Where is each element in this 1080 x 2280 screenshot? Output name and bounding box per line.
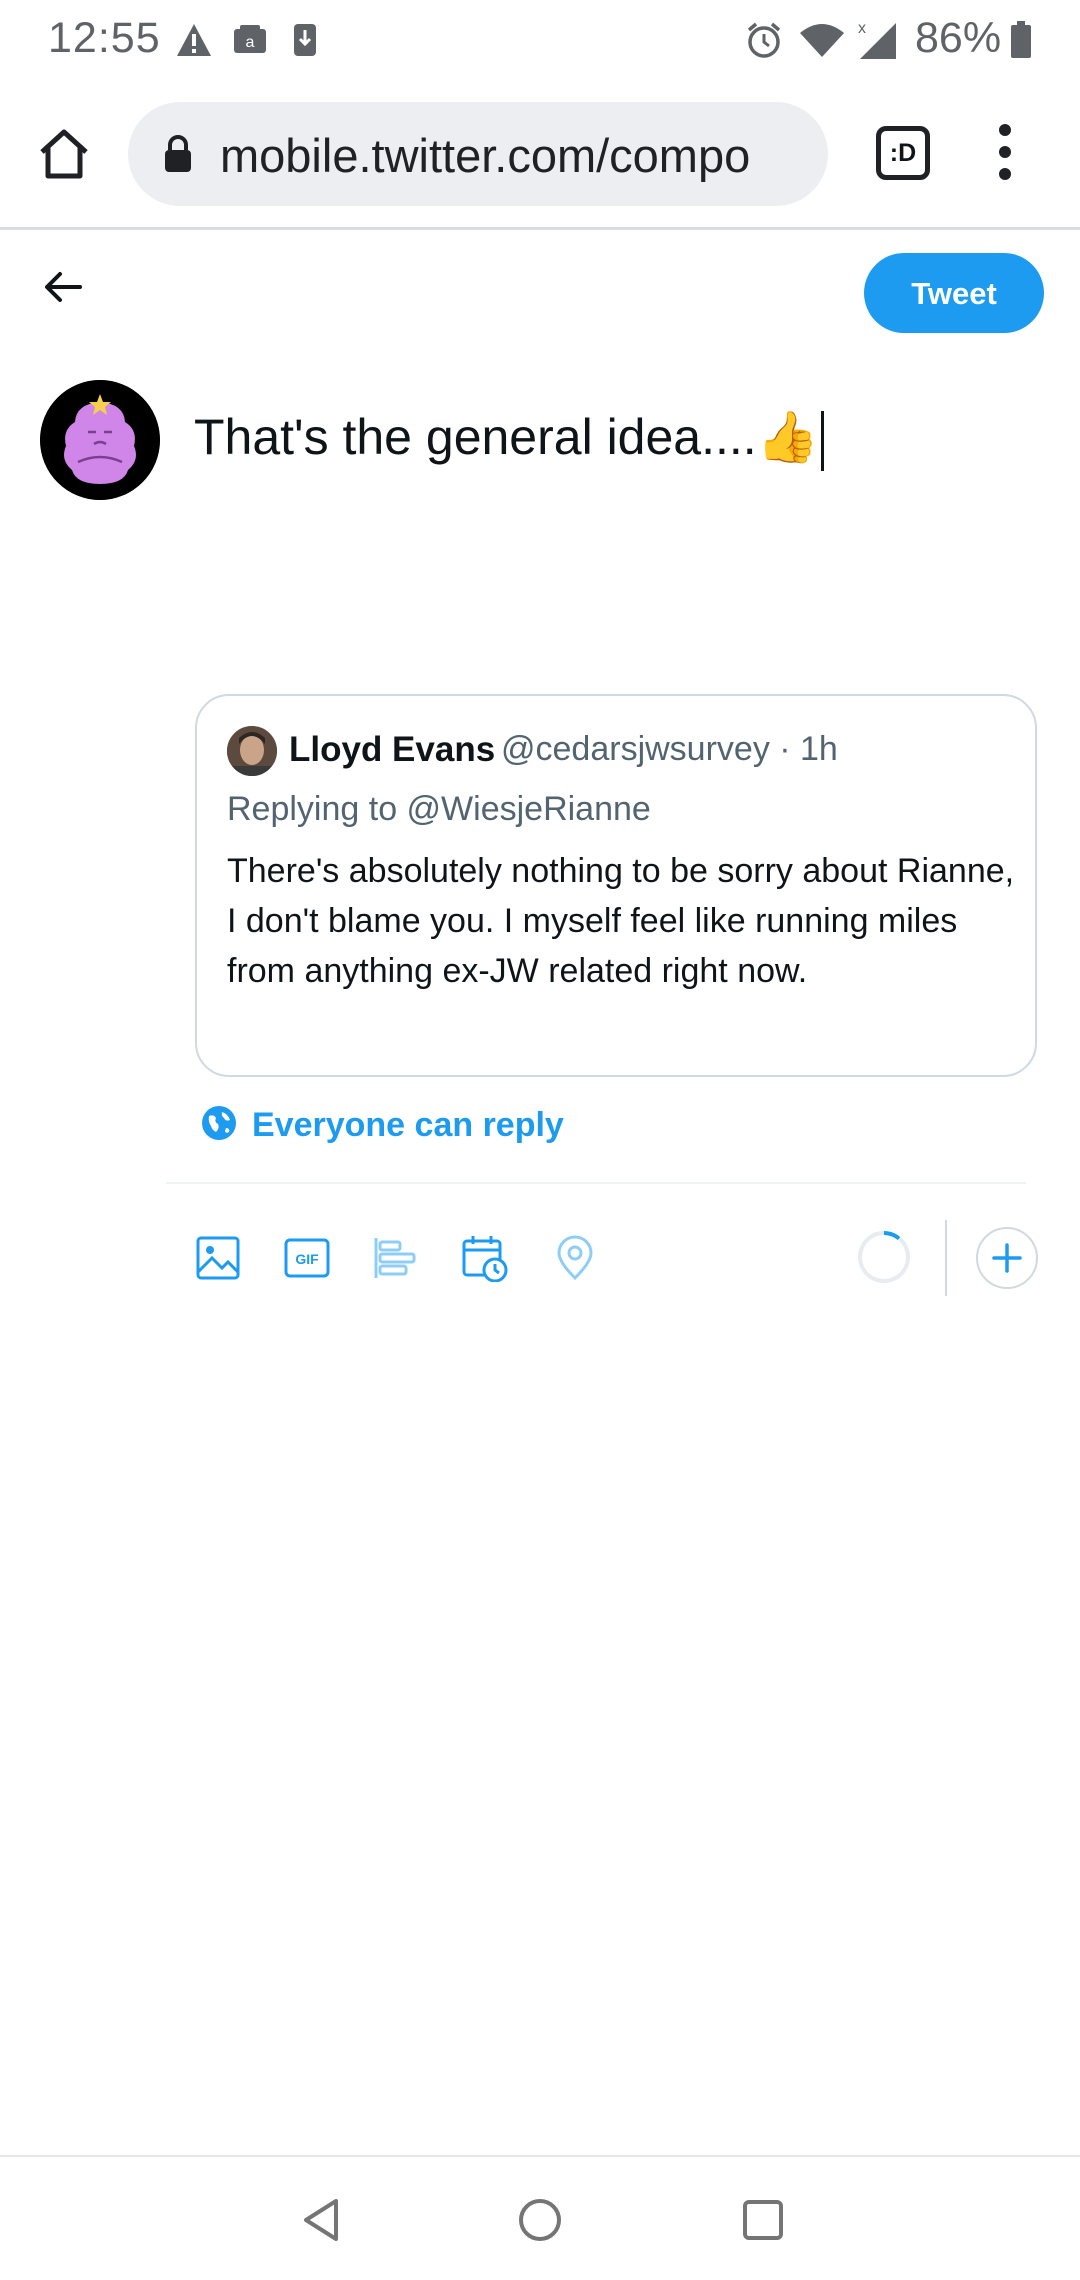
lock-icon [162, 134, 194, 179]
status-bar: 12:55 a x 86% [0, 0, 1080, 80]
battery-percentage: 86% [915, 14, 1002, 62]
replying-to-label: Replying to @WiesjeRianne [227, 790, 651, 828]
status-time: 12:55 [48, 14, 161, 62]
quoted-tweet-card[interactable]: Lloyd Evans @cedarsjwsurvey · 1h Replyin… [195, 694, 1037, 1077]
quoted-user-name: Lloyd Evans [289, 730, 496, 769]
character-count-ring [856, 1229, 912, 1285]
more-options-icon[interactable] [990, 118, 1020, 192]
signal-icon: x [858, 20, 898, 60]
divider [166, 1182, 1026, 1184]
user-avatar[interactable] [40, 380, 160, 500]
reply-setting-label: Everyone can reply [252, 1105, 564, 1144]
svg-text:a: a [246, 34, 255, 51]
schedule-icon[interactable] [461, 1234, 509, 1283]
amazon-icon: a [232, 20, 268, 60]
reply-setting-button[interactable]: Everyone can reply [200, 1100, 564, 1150]
poll-icon[interactable] [372, 1234, 420, 1282]
svg-text:GIF: GIF [295, 1251, 319, 1267]
url-text: mobile.twitter.com/compo [220, 129, 751, 182]
media-icon[interactable] [194, 1234, 242, 1282]
back-arrow-icon[interactable] [40, 262, 90, 312]
alarm-icon [744, 20, 784, 60]
system-navigation-bar [0, 2155, 1080, 2280]
address-bar[interactable]: mobile.twitter.com/compo [128, 102, 828, 206]
tweet-compose-text: That's the general idea....👍 [194, 409, 819, 465]
home-icon[interactable] [34, 124, 94, 184]
nav-recents-icon[interactable] [738, 2195, 788, 2245]
globe-icon [200, 1104, 238, 1147]
browser-toolbar: mobile.twitter.com/compo :D [0, 80, 1080, 230]
tweet-button[interactable]: Tweet [864, 253, 1044, 333]
tab-switcher-button[interactable]: :D [876, 126, 930, 180]
gif-icon[interactable]: GIF [283, 1234, 331, 1282]
download-icon [292, 20, 318, 60]
wifi-icon [798, 20, 846, 60]
quoted-user-handle: @cedarsjwsurvey · 1h [501, 730, 838, 768]
text-cursor [820, 410, 824, 471]
svg-text:x: x [858, 20, 866, 37]
tweet-compose-input[interactable]: That's the general idea....👍 [194, 408, 824, 471]
quoted-tweet-body: There's absolutely nothing to be sorry a… [227, 852, 1015, 990]
nav-home-icon[interactable] [515, 2195, 565, 2245]
quoted-user-avatar [227, 726, 277, 776]
location-icon[interactable] [551, 1234, 599, 1282]
battery-icon [1010, 20, 1032, 60]
nav-back-icon[interactable] [296, 2195, 346, 2245]
warning-icon [175, 20, 213, 60]
toolbar-divider [945, 1220, 947, 1296]
add-tweet-button[interactable] [976, 1227, 1038, 1289]
